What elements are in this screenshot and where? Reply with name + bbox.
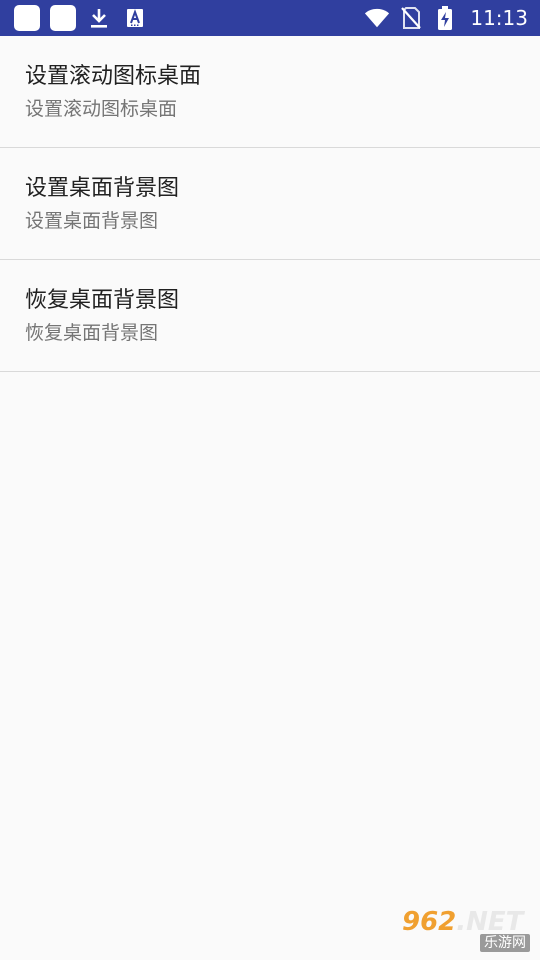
watermark-site-name: 乐游网 xyxy=(480,934,530,952)
list-item-title: 设置桌面背景图 xyxy=(25,176,180,201)
no-sim-icon xyxy=(398,5,424,31)
list-item-set-scrolling-icon-desktop[interactable]: 设置滚动图标桌面 设置滚动图标桌面 xyxy=(0,36,540,148)
list-item-title: 恢复桌面背景图 xyxy=(25,288,180,313)
status-bar-clock: 11:13 xyxy=(470,6,528,30)
download-icon xyxy=(86,5,112,31)
watermark-number: 962 xyxy=(402,907,457,937)
list-item-subtitle: 设置滚动图标桌面 xyxy=(25,98,178,120)
watermark-domain: 962.NET xyxy=(402,908,523,936)
list-item-title: 设置滚动图标桌面 xyxy=(25,64,202,89)
wifi-icon xyxy=(364,5,390,31)
app-placeholder-icon xyxy=(14,5,40,31)
status-bar-notifications xyxy=(14,5,148,31)
settings-list: 设置滚动图标桌面 设置滚动图标桌面 设置桌面背景图 设置桌面背景图 恢复桌面背景… xyxy=(0,36,540,372)
battery-charging-icon xyxy=(432,5,458,31)
watermark-tld: .NET xyxy=(456,907,524,937)
site-watermark-logo: 962.NET 乐游网 xyxy=(402,908,532,954)
list-item-subtitle: 设置桌面背景图 xyxy=(25,210,159,232)
app-placeholder-icon xyxy=(50,5,76,31)
font-a-icon xyxy=(122,5,148,31)
status-bar: 11:13 xyxy=(0,0,540,36)
status-bar-system: 11:13 xyxy=(364,5,528,31)
list-item-subtitle: 恢复桌面背景图 xyxy=(25,322,159,344)
list-item-set-desktop-background[interactable]: 设置桌面背景图 设置桌面背景图 xyxy=(0,148,540,260)
list-item-restore-desktop-background[interactable]: 恢复桌面背景图 恢复桌面背景图 xyxy=(0,260,540,372)
